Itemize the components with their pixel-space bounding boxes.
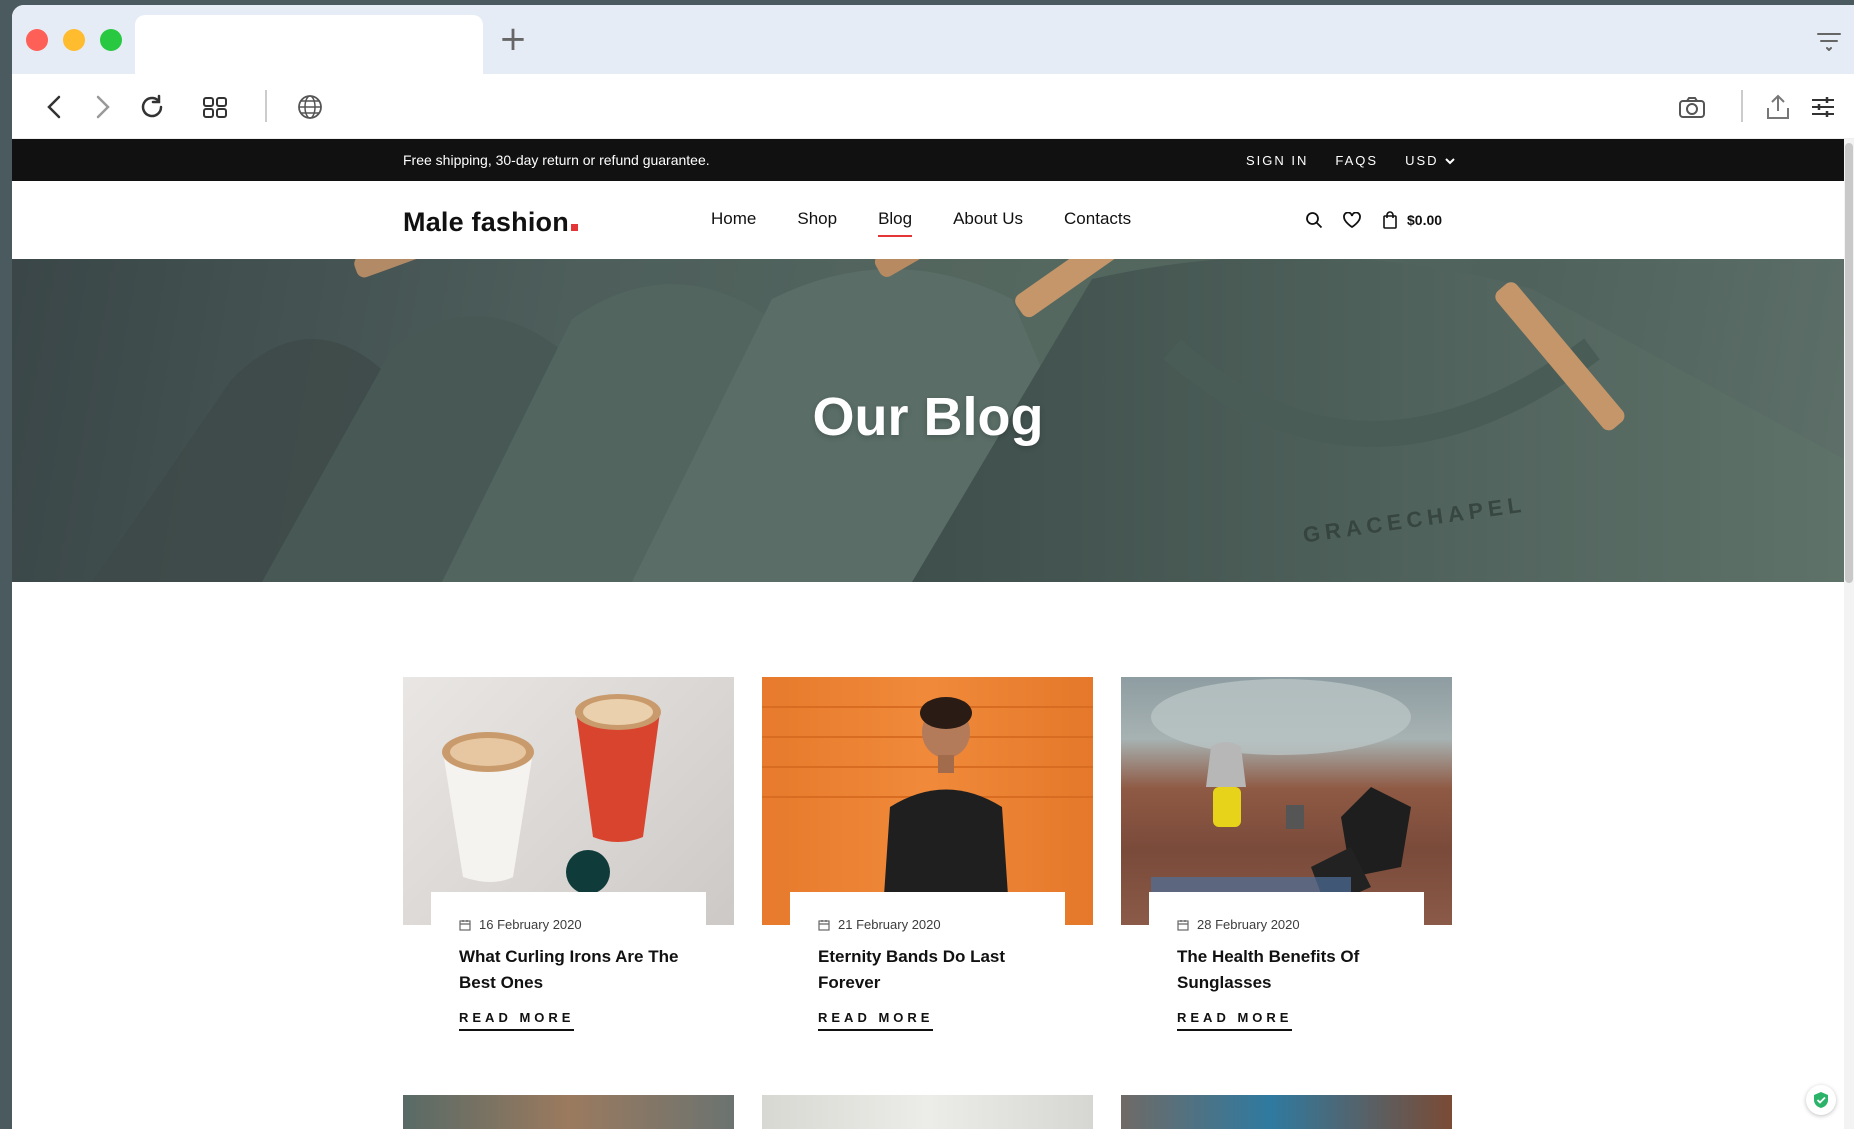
read-more-link[interactable]: READ MORE — [1177, 1010, 1293, 1031]
page-scrollbar[interactable] — [1844, 139, 1854, 1129]
blog-grid: 16 February 2020 What Curling Irons Are … — [403, 677, 1452, 1037]
promo-text: Free shipping, 30-day return or refund g… — [403, 152, 710, 168]
date-text: 16 February 2020 — [479, 917, 582, 932]
top-links: SIGN IN FAQS USD — [1246, 153, 1455, 168]
cart-icon[interactable] — [1381, 211, 1399, 229]
blog-card-meta: 16 February 2020 What Curling Irons Are … — [431, 892, 706, 1031]
read-more-link[interactable]: READ MORE — [818, 1010, 934, 1031]
browser-window: + Free shipping, 30-day return or refund… — [12, 5, 1854, 1129]
read-more-link[interactable]: READ MORE — [459, 1010, 575, 1031]
globe-icon[interactable] — [295, 92, 325, 122]
blog-card-image[interactable] — [762, 677, 1093, 925]
blog-card-title[interactable]: What Curling Irons Are The Best Ones — [459, 944, 689, 996]
blog-card[interactable]: 28 February 2020 The Health Benefits Of … — [1121, 677, 1452, 1037]
sign-in-link[interactable]: SIGN IN — [1246, 153, 1308, 168]
forward-icon[interactable] — [87, 92, 117, 122]
blog-card[interactable]: 21 February 2020 Eternity Bands Do Last … — [762, 677, 1093, 1037]
camera-icon[interactable] — [1677, 92, 1707, 122]
toolbar-divider — [1741, 90, 1743, 122]
blog-card-date: 16 February 2020 — [459, 917, 678, 932]
nav-blog[interactable]: Blog — [878, 209, 913, 237]
active-tab[interactable] — [135, 15, 483, 74]
browser-toolbar — [12, 74, 1854, 139]
cart-total[interactable]: $0.00 — [1407, 212, 1442, 228]
calendar-icon — [1177, 919, 1189, 931]
date-text: 28 February 2020 — [1197, 917, 1300, 932]
blog-card-title[interactable]: The Health Benefits Of Sunglasses — [1177, 944, 1407, 996]
settings-icon[interactable] — [1808, 92, 1838, 122]
logo-text: Male fashion — [403, 207, 569, 237]
blog-card-meta: 28 February 2020 The Health Benefits Of … — [1149, 892, 1424, 1031]
blog-card-title[interactable]: Eternity Bands Do Last Forever — [818, 944, 1048, 996]
blog-card-date: 21 February 2020 — [818, 917, 1037, 932]
search-icon[interactable] — [1305, 211, 1323, 229]
nav-about-us[interactable]: About Us — [953, 209, 1023, 229]
faqs-link[interactable]: FAQS — [1335, 153, 1378, 168]
nav-shop[interactable]: Shop — [797, 209, 837, 229]
blog-card-date: 28 February 2020 — [1177, 917, 1396, 932]
currency-label: USD — [1405, 153, 1439, 168]
blog-card-image[interactable] — [1121, 677, 1452, 925]
share-icon[interactable] — [1763, 92, 1793, 122]
back-icon[interactable] — [40, 92, 70, 122]
blog-card-image[interactable] — [403, 1095, 734, 1129]
chevron-down-icon — [1444, 157, 1455, 164]
site-header: Male fashion Home Shop Blog About Us Con… — [12, 181, 1844, 259]
blog-card-image[interactable] — [1121, 1095, 1452, 1129]
grid-icon[interactable] — [200, 92, 230, 122]
maximize-window-button[interactable] — [100, 29, 122, 51]
blog-card-meta: 21 February 2020 Eternity Bands Do Last … — [790, 892, 1065, 1031]
tab-menu-icon[interactable] — [1816, 31, 1842, 51]
nav-contacts[interactable]: Contacts — [1064, 209, 1131, 229]
heart-icon[interactable] — [1343, 212, 1361, 228]
blog-card-image[interactable] — [762, 1095, 1093, 1129]
nav-home[interactable]: Home — [711, 209, 756, 229]
close-window-button[interactable] — [26, 29, 48, 51]
calendar-icon — [818, 919, 830, 931]
header-icons: $0.00 — [1305, 211, 1442, 229]
page-content: Free shipping, 30-day return or refund g… — [12, 139, 1844, 1129]
security-shield-icon[interactable] — [1806, 1085, 1836, 1115]
date-text: 21 February 2020 — [838, 917, 941, 932]
main-nav: Home Shop Blog About Us Contacts — [711, 209, 1172, 237]
currency-select[interactable]: USD — [1405, 153, 1455, 168]
blog-card-image[interactable] — [403, 677, 734, 925]
top-announcement-bar: Free shipping, 30-day return or refund g… — [12, 139, 1844, 181]
reload-icon[interactable] — [137, 92, 167, 122]
toolbar-divider — [265, 90, 267, 122]
page-title: Our Blog — [812, 387, 1044, 447]
calendar-icon — [459, 919, 471, 931]
hero-banner: GRACECHAPEL Our Blog — [12, 259, 1844, 582]
site-logo[interactable]: Male fashion — [403, 207, 578, 238]
blog-grid-row-2 — [403, 1095, 1452, 1129]
tab-bar: + — [12, 5, 1854, 74]
minimize-window-button[interactable] — [63, 29, 85, 51]
logo-dot — [570, 224, 578, 231]
new-tab-button[interactable]: + — [498, 22, 528, 56]
scrollbar-thumb[interactable] — [1845, 143, 1853, 583]
blog-card[interactable]: 16 February 2020 What Curling Irons Are … — [403, 677, 734, 1037]
